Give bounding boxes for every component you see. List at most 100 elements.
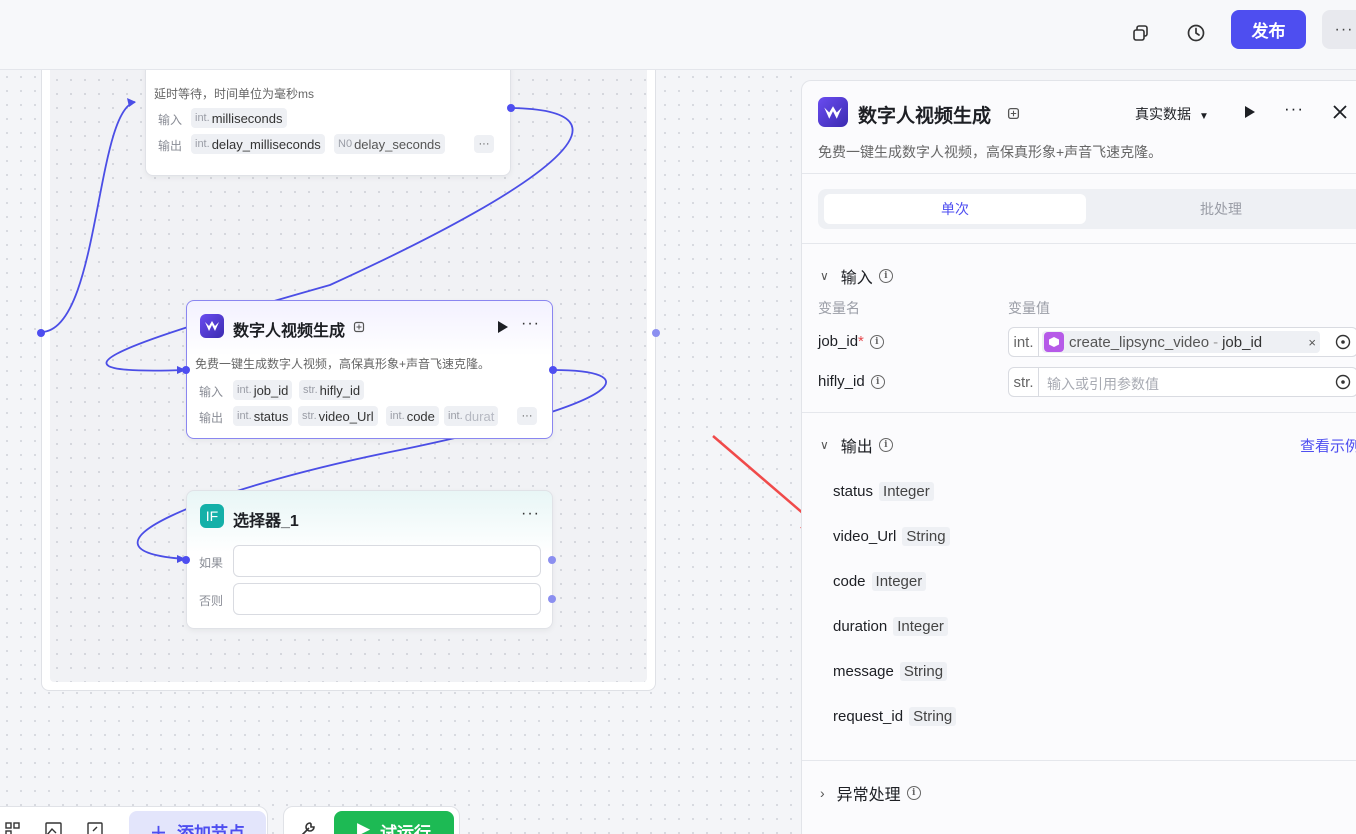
top-toolbar: 发布 ··· — [0, 0, 1356, 70]
output-section-header[interactable]: ∨ 输出 i — [820, 433, 893, 457]
edge-loop-to-delay — [40, 101, 136, 333]
delay-input-tag: int. milliseconds — [191, 108, 287, 128]
divider — [802, 173, 1356, 174]
column-header-value: 变量值 — [1008, 300, 1050, 316]
publish-button[interactable]: 发布 — [1231, 10, 1306, 49]
info-icon[interactable]: i — [869, 334, 884, 349]
run-node-icon[interactable] — [497, 320, 509, 334]
hifly-id-placeholder: 输入或引用参数值 — [1047, 376, 1159, 392]
info-icon[interactable]: i — [906, 786, 921, 800]
type-prefix: int. — [1009, 328, 1039, 356]
node-more-icon[interactable]: ··· — [521, 315, 540, 333]
input-var-hifly-id: hifly_id i — [818, 373, 885, 390]
selector-node[interactable]: IF 选择器_1 ··· 如果 否则 — [186, 490, 553, 629]
grid-layout-icon[interactable] — [5, 822, 21, 834]
test-run-button[interactable]: ▶ 试运行 — [334, 811, 454, 834]
loop-input-port[interactable] — [37, 329, 45, 337]
tab-batch[interactable]: 批处理 — [1090, 194, 1352, 224]
else-label: 否则 — [199, 594, 224, 608]
play-icon: ▶ — [356, 819, 371, 834]
minimap-icon[interactable] — [87, 822, 105, 834]
input-section-header[interactable]: ∨ 输入 i — [820, 264, 893, 288]
plugin-badge-icon — [1007, 107, 1020, 120]
if-output-port[interactable] — [548, 556, 556, 564]
output-field: status Integer — [833, 482, 934, 501]
more-menu-button[interactable]: ··· — [1322, 10, 1356, 49]
more-outputs-icon[interactable]: ··· — [474, 135, 494, 153]
delay-node[interactable]: 延时等待，时间单位为毫秒ms 输入 int. milliseconds 输出 in… — [145, 70, 511, 176]
chevron-right-icon: › — [820, 785, 825, 801]
divider — [802, 243, 1356, 244]
caret-down-icon: ▼ — [1199, 111, 1209, 122]
info-icon[interactable]: i — [878, 269, 893, 283]
digital-human-node-title: 数字人视频生成 — [233, 323, 346, 340]
selector-node-title: 选择器_1 — [233, 513, 299, 530]
output-field: video_Url String — [833, 527, 950, 546]
delay-output-tag: N0 delay_seconds — [334, 134, 445, 154]
panel-description: 免费一键生成数字人视频，高保真形象+声音飞速克隆。 — [818, 144, 1163, 160]
wrench-icon[interactable] — [299, 820, 317, 834]
workflow-canvas[interactable]: 延时等待，时间单位为毫秒ms 输入 int. milliseconds 输出 in… — [0, 70, 802, 834]
delay-output-tag: int. delay_milliseconds — [191, 134, 325, 154]
reference-chip[interactable]: create_lipsync_video - job_id × — [1042, 331, 1320, 353]
digital-human-node[interactable]: 数字人视频生成 ··· 免费一键生成数字人视频，高保真形象+声音飞速克隆。 输入… — [186, 300, 553, 439]
run-node-icon[interactable] — [1244, 105, 1256, 119]
else-condition-box[interactable] — [233, 583, 541, 615]
digital-human-input-tag: str. hifly_id — [299, 380, 365, 400]
divider — [802, 412, 1356, 413]
output-field: message String — [833, 662, 948, 681]
delay-node-description: 延时等待，时间单位为毫秒ms — [154, 87, 314, 101]
view-example-link[interactable]: 查看示例 — [1300, 435, 1356, 456]
digital-human-output-tag: int. code — [386, 406, 439, 426]
output-field: request_id String — [833, 707, 957, 726]
column-header-name: 变量名 — [818, 300, 860, 316]
hifly-id-value-field[interactable]: str. 输入或引用参数值 — [1008, 367, 1356, 397]
digital-human-output-port[interactable] — [549, 366, 557, 374]
else-output-port[interactable] — [548, 595, 556, 603]
delay-output-port[interactable] — [507, 104, 515, 112]
digital-human-input-label: 输入 — [199, 385, 224, 399]
node-detail-panel: 数字人视频生成 真实数据 ▼ ··· 免费一键生成数字人视频，高保真形象+声音飞速… — [801, 80, 1356, 834]
tab-single[interactable]: 单次 — [824, 194, 1086, 224]
plugin-cube-icon — [1044, 332, 1064, 352]
remove-reference-icon[interactable]: × — [1308, 335, 1316, 350]
info-icon[interactable]: i — [878, 438, 893, 452]
add-node-button[interactable]: ＋添加节点 — [129, 811, 266, 834]
if-condition-box[interactable] — [233, 545, 541, 577]
history-icon[interactable] — [1179, 16, 1213, 50]
digital-human-input-tag: int. job_id — [233, 380, 293, 400]
image-icon[interactable] — [45, 822, 63, 834]
digital-human-logo-icon — [200, 314, 224, 338]
divider — [802, 760, 1356, 761]
selector-input-port[interactable] — [182, 556, 190, 564]
node-more-icon[interactable]: ··· — [521, 505, 540, 523]
plus-icon: ＋ — [150, 824, 167, 834]
chevron-down-icon: ∨ — [820, 269, 829, 283]
loop-output-port[interactable] — [652, 329, 660, 337]
connection-lines — [40, 98, 607, 563]
delay-output-label: 输出 — [158, 139, 183, 153]
output-field: duration Integer — [833, 617, 948, 636]
digital-human-logo-icon — [818, 97, 848, 127]
variable-picker-icon[interactable] — [1335, 374, 1351, 390]
copy-icon[interactable] — [1124, 16, 1158, 50]
digital-human-output-label: 输出 — [199, 411, 224, 425]
digital-human-node-description: 免费一键生成数字人视频，高保真形象+声音飞速克隆。 — [195, 357, 491, 371]
if-node-icon: IF — [200, 504, 224, 528]
close-icon[interactable] — [1333, 105, 1347, 119]
digital-human-output-tag: int. durat — [444, 406, 499, 426]
more-outputs-icon[interactable]: ··· — [517, 407, 537, 425]
exception-section-header[interactable]: › 异常处理 i — [820, 781, 921, 805]
chevron-down-icon: ∨ — [820, 438, 829, 452]
info-icon[interactable]: i — [870, 374, 885, 389]
run-mode-tabs: 单次 批处理 — [818, 189, 1356, 229]
digital-human-output-tag: str. video_Url — [298, 406, 378, 426]
output-field: code Integer — [833, 572, 927, 591]
data-mode-select[interactable]: 真实数据 ▼ — [1135, 104, 1209, 124]
digital-human-input-port[interactable] — [182, 366, 190, 374]
job-id-value-field[interactable]: int. create_lipsync_video - job_id × — [1008, 327, 1356, 357]
panel-more-icon[interactable]: ··· — [1284, 99, 1304, 119]
type-prefix: str. — [1009, 368, 1039, 396]
variable-picker-icon[interactable] — [1335, 334, 1351, 350]
if-label: 如果 — [199, 556, 224, 570]
